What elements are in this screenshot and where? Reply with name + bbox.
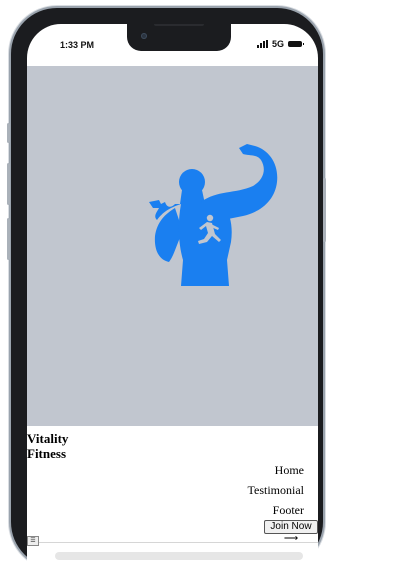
nav-link-footer[interactable]: Footer — [248, 500, 304, 520]
battery-icon — [288, 41, 304, 47]
brand-name-line1: Vitality — [27, 431, 69, 446]
network-label: 5G — [271, 39, 284, 49]
brand-logo-text: Vitality Fitness — [27, 431, 68, 461]
front-camera-icon — [141, 33, 147, 39]
signal-icon — [256, 40, 268, 48]
section-divider — [27, 542, 318, 543]
phone-power-button — [323, 178, 326, 242]
menu-toggle-icon[interactable]: ☰ — [27, 536, 39, 546]
nav-link-testimonial[interactable]: Testimonial — [248, 480, 304, 500]
phone-screen: 1:33 PM 5G Vitality Fitness Home Testimo… — [27, 24, 318, 584]
main-nav: Home Testimonial Footer — [248, 460, 304, 520]
flexing-muscle-silhouette-icon — [149, 144, 278, 286]
phone-volume-down-button — [7, 218, 10, 260]
hero-banner — [27, 66, 318, 426]
phone-mute-switch — [7, 123, 10, 143]
speaker-grille — [154, 24, 204, 26]
brand-name-line2: Fitness — [27, 446, 66, 461]
join-now-button[interactable]: Join Now ⟶ — [264, 520, 318, 544]
status-time: 1:33 PM — [60, 40, 95, 50]
phone-volume-up-button — [7, 163, 10, 205]
next-section-placeholder — [55, 552, 303, 560]
phone-notch — [127, 24, 231, 51]
phone-frame: 1:33 PM 5G Vitality Fitness Home Testimo… — [7, 8, 326, 584]
nav-link-home[interactable]: Home — [248, 460, 304, 480]
status-indicators: 5G — [256, 39, 304, 49]
